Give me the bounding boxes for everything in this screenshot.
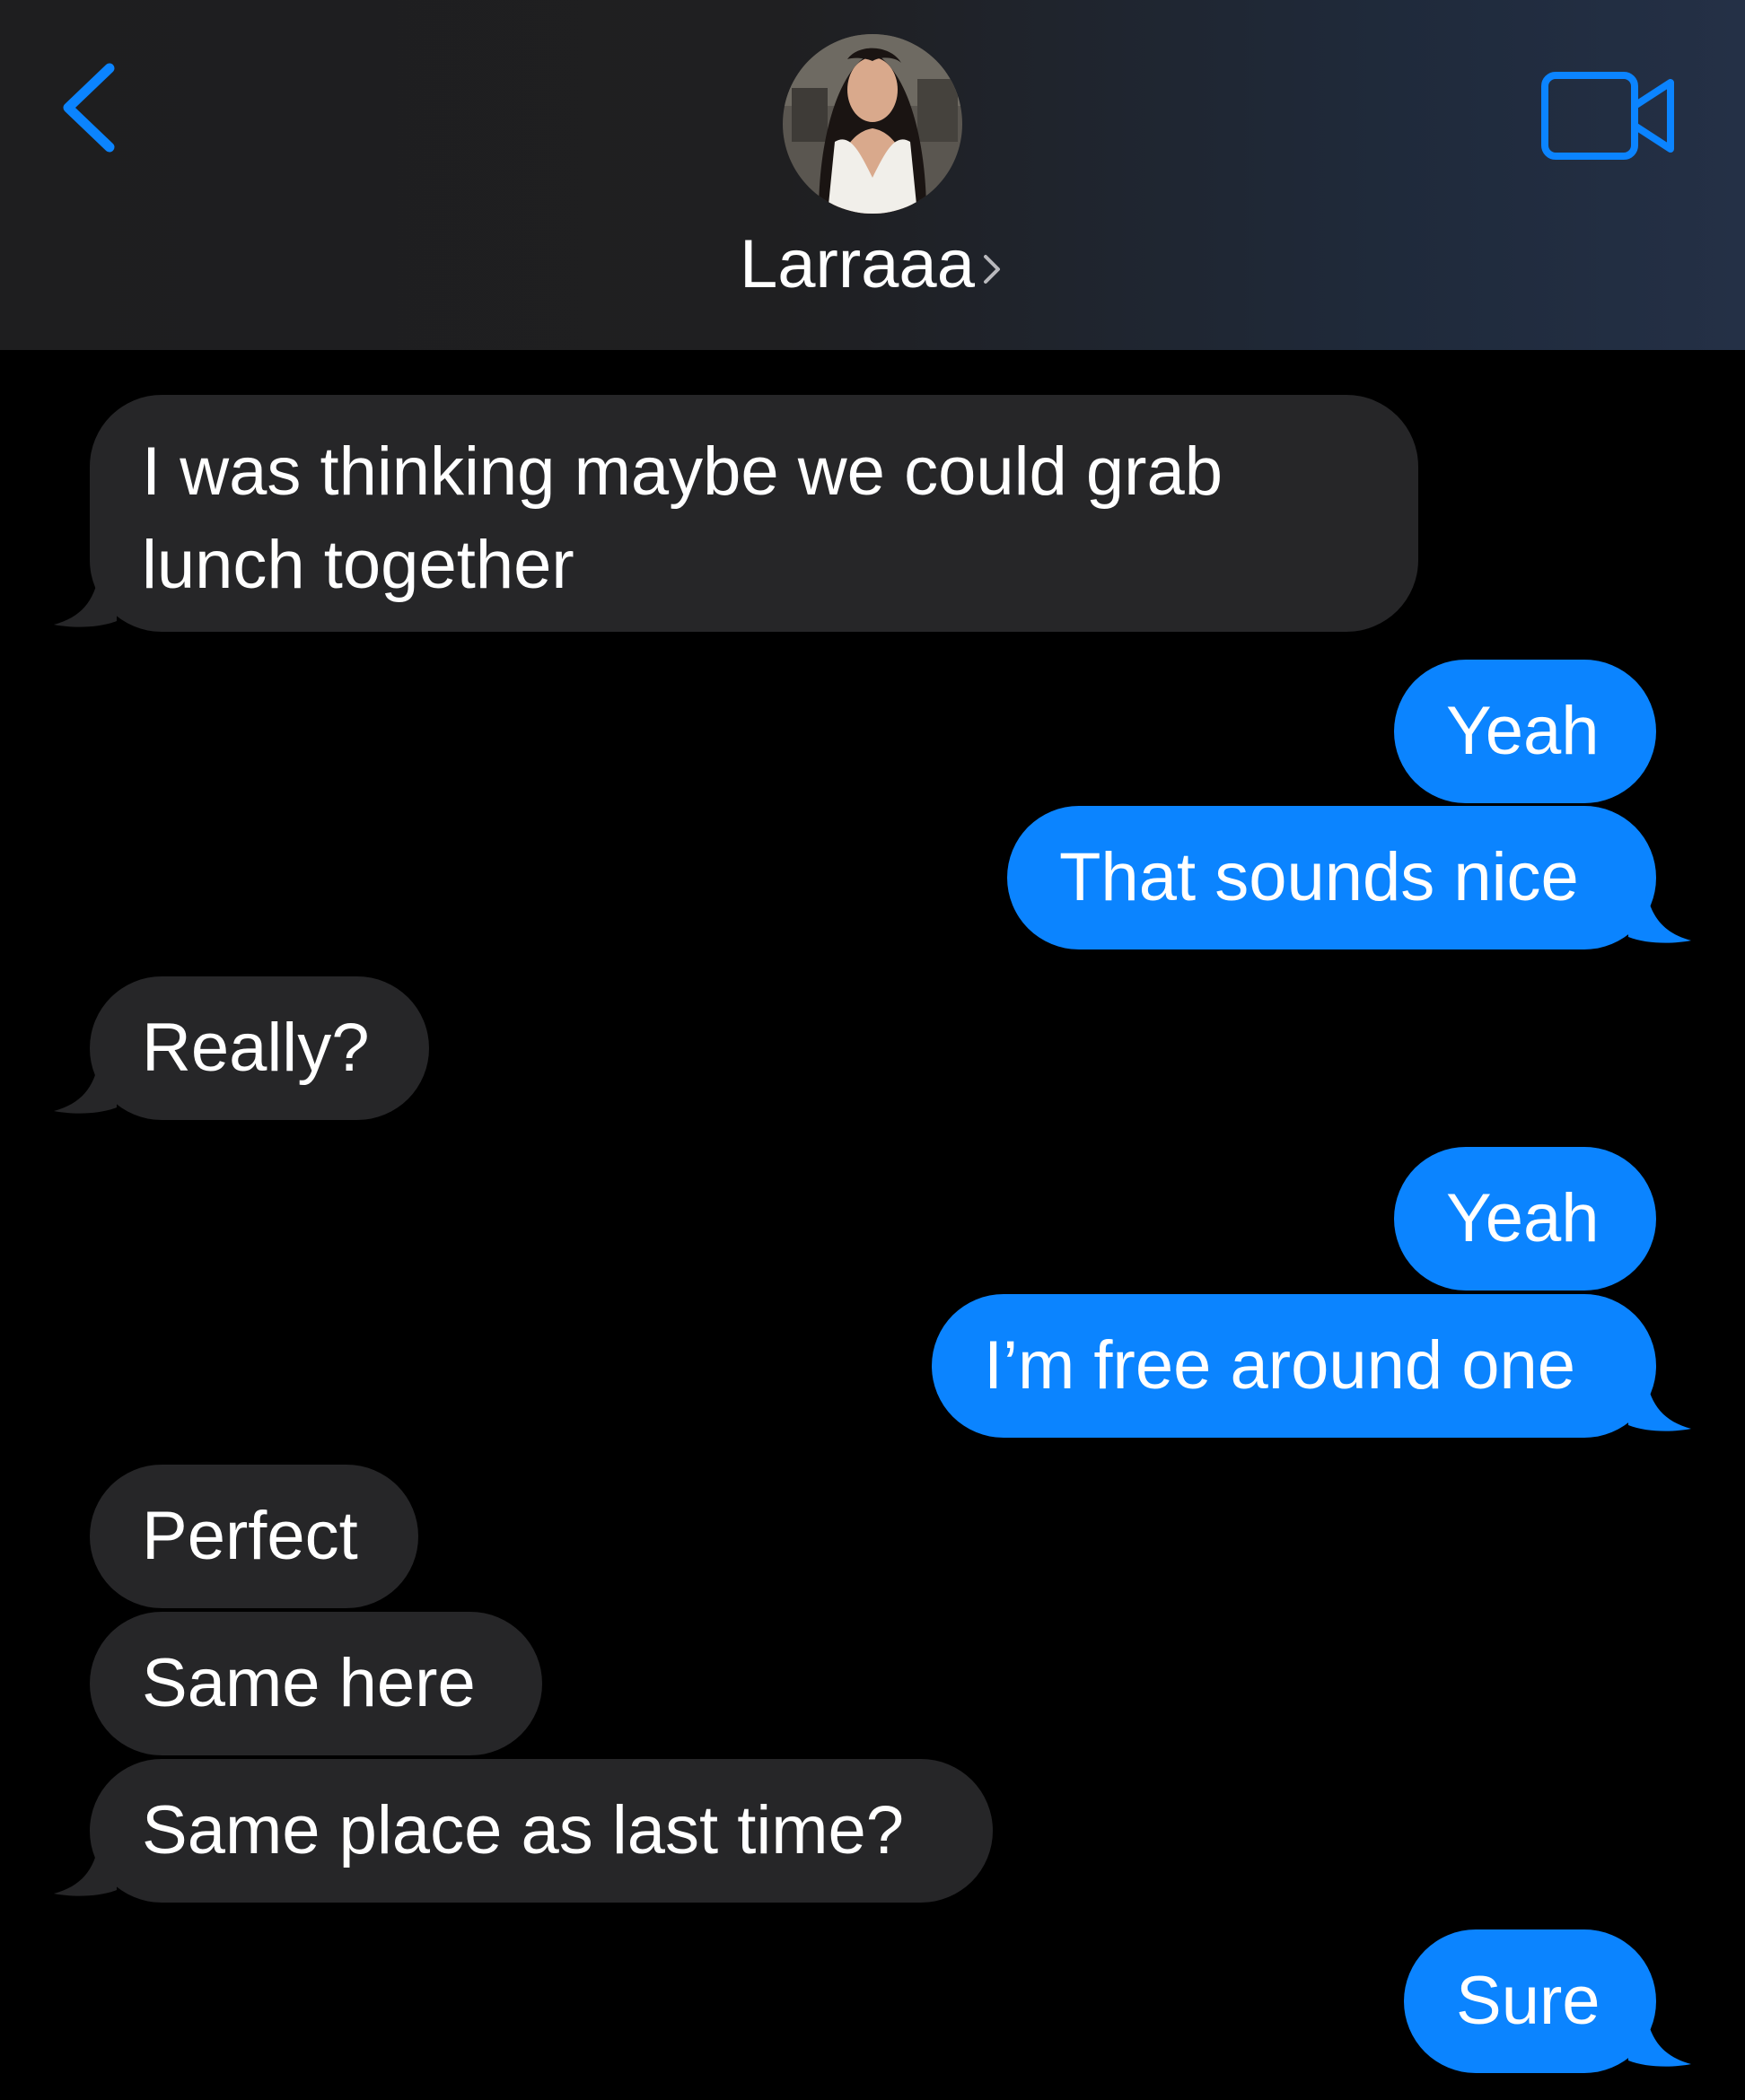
avatar-photo — [783, 34, 962, 214]
contact-avatar[interactable] — [783, 34, 962, 214]
message-bubble-outgoing[interactable]: I’m free around one — [932, 1294, 1656, 1438]
message-text: That sounds nice — [1059, 839, 1579, 915]
message-bubble-outgoing[interactable]: That sounds nice — [1007, 806, 1656, 949]
message-bubble-outgoing[interactable]: Sure — [1404, 1929, 1656, 2073]
message-bubble-incoming[interactable]: Same here — [90, 1612, 542, 1755]
message-bubble-incoming[interactable]: Perfect — [90, 1465, 418, 1608]
conversation-header: Larraaa — [0, 0, 1745, 350]
bubble-tail-outgoing — [1628, 1378, 1691, 1431]
message-text: Perfect — [142, 1498, 358, 1574]
message-text: Same place as last time? — [142, 1792, 905, 1868]
bubble-tail-incoming — [54, 574, 117, 627]
chevron-left-icon — [63, 63, 115, 153]
video-call-button[interactable] — [1539, 70, 1683, 165]
bubble-tail-outgoing — [1628, 890, 1691, 943]
message-thread[interactable]: I was thinking maybe we could grab lunch… — [0, 350, 1745, 2100]
message-bubble-outgoing[interactable]: Yeah — [1394, 660, 1656, 803]
bubble-tail-incoming — [54, 1843, 117, 1896]
message-text: Sure — [1456, 1963, 1600, 2039]
message-bubble-incoming[interactable]: I was thinking maybe we could grab lunch… — [90, 395, 1418, 632]
message-text: Really? — [142, 1010, 370, 1086]
back-button[interactable] — [54, 54, 135, 162]
message-text: I’m free around one — [984, 1327, 1576, 1404]
message-text: Yeah — [1446, 693, 1600, 769]
bubble-tail-outgoing — [1628, 2014, 1691, 2067]
message-text: Same here — [142, 1645, 476, 1721]
message-bubble-incoming[interactable]: Same place as last time? — [90, 1759, 993, 1903]
contact-name-button[interactable]: Larraaa — [0, 224, 1745, 305]
bubble-tail-incoming — [54, 1061, 117, 1114]
message-bubble-incoming[interactable]: Really? — [90, 976, 429, 1120]
message-text: I was thinking maybe we could grab lunch… — [142, 433, 1223, 603]
contact-name: Larraaa — [740, 226, 975, 302]
chevron-right-icon — [983, 254, 1000, 284]
video-camera-icon — [1541, 72, 1674, 160]
message-bubble-outgoing[interactable]: Yeah — [1394, 1147, 1656, 1291]
message-text: Yeah — [1446, 1180, 1600, 1256]
